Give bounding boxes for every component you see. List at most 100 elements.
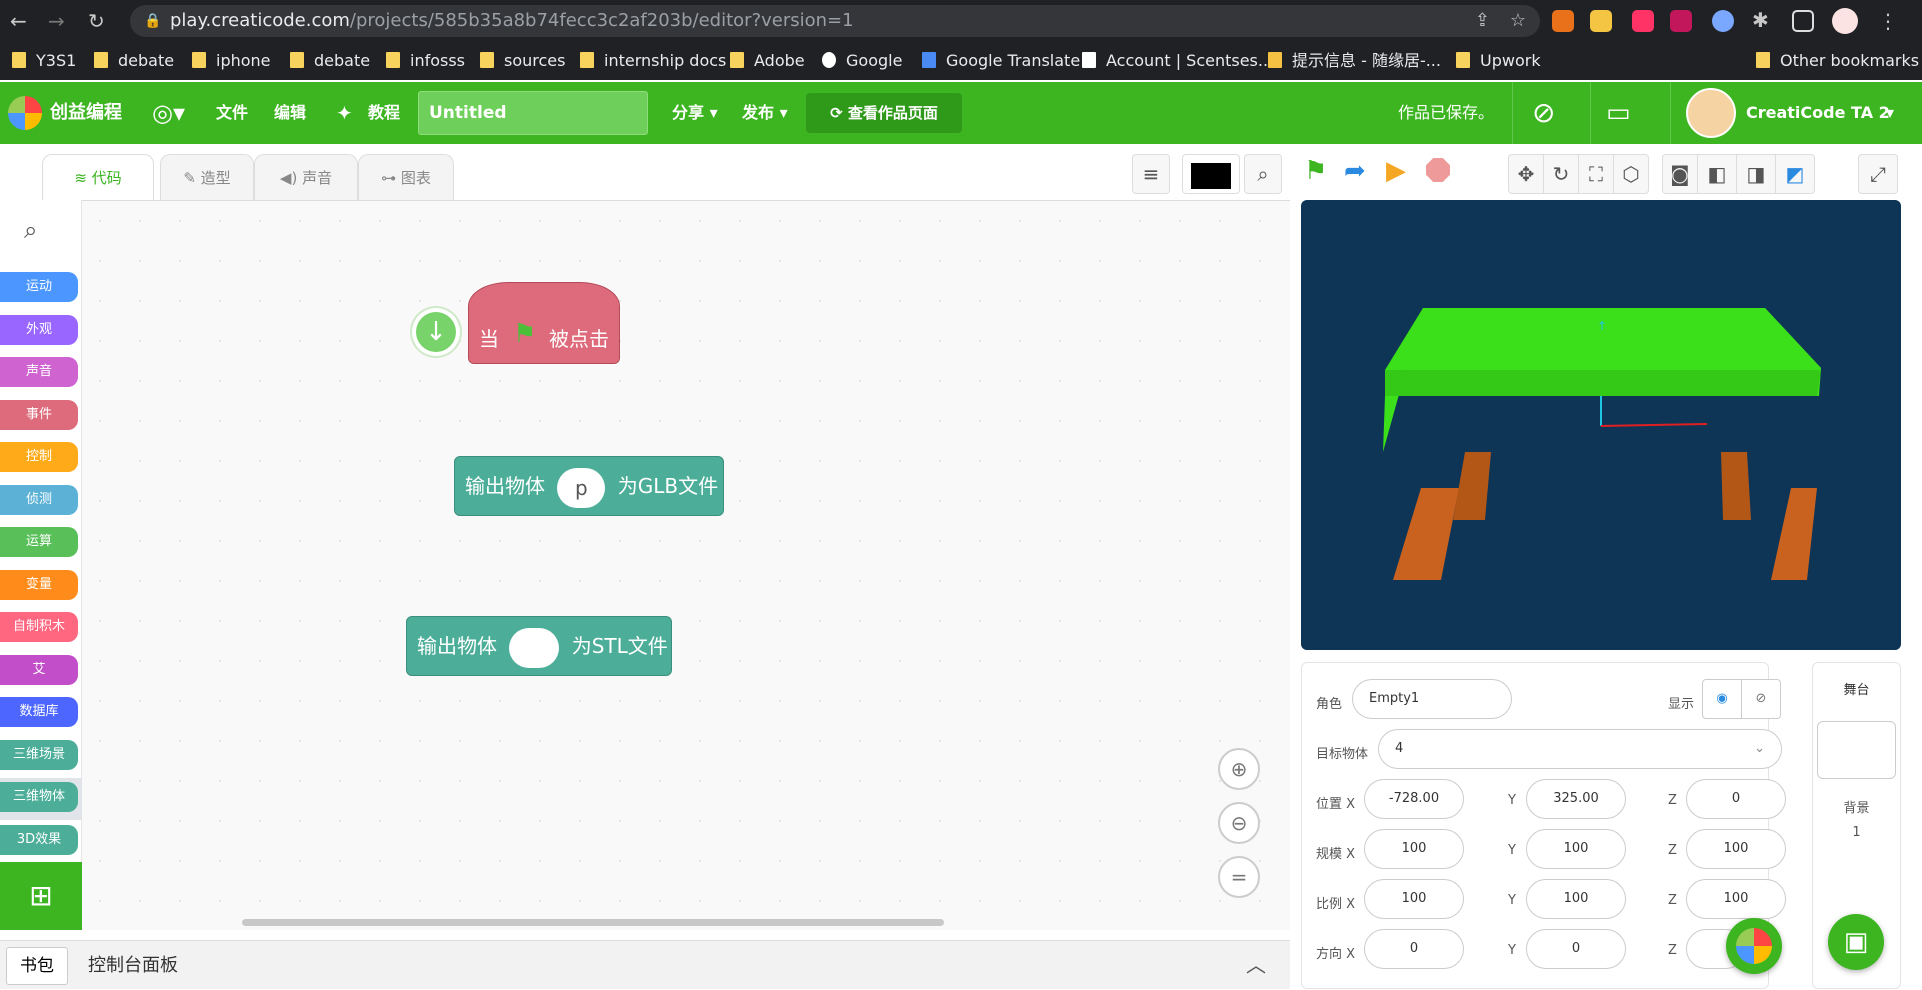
bookmark[interactable]: Google Translate — [922, 42, 1080, 80]
category-control[interactable]: 控制 — [0, 442, 78, 472]
avatar[interactable] — [1686, 88, 1736, 138]
code-workspace[interactable] — [0, 200, 1290, 930]
cube-icon[interactable]: ⬡ — [1613, 154, 1649, 194]
export-stl-block[interactable]: 输出物体 为STL文件 — [406, 616, 672, 676]
extension-icon[interactable] — [1712, 10, 1734, 32]
rotate-icon[interactable]: ↻ — [1543, 154, 1579, 194]
backpack-tab[interactable]: 书包 — [6, 947, 68, 985]
play-icon[interactable]: ▶ — [1386, 156, 1406, 186]
target-object-select[interactable]: 4 ⌄ — [1378, 729, 1782, 769]
export-glb-block[interactable]: 输出物体 p 为GLB文件 — [454, 456, 724, 516]
camera-icon[interactable]: ◙ — [1662, 154, 1698, 194]
category-my-blocks[interactable]: 自制积木 — [0, 612, 78, 642]
username[interactable]: CreatiCode TA 2 — [1746, 82, 1890, 144]
view-project-page-button[interactable]: ⟳ 查看作品页面 — [806, 93, 962, 133]
extension-icon[interactable] — [1552, 10, 1574, 32]
scale-z-input[interactable]: 100 — [1686, 829, 1786, 869]
side-panel-icon[interactable] — [1792, 10, 1814, 32]
object-input[interactable] — [509, 627, 560, 668]
zoom-reset-icon[interactable]: = — [1218, 856, 1260, 898]
ratio-z-input[interactable]: 100 — [1686, 879, 1786, 919]
scale-y-input[interactable]: 100 — [1526, 829, 1626, 869]
stage-canvas[interactable]: ↑ — [1301, 200, 1901, 650]
category-motion[interactable]: 运动 — [0, 272, 78, 302]
bookmark[interactable]: Adobe — [730, 42, 805, 80]
bookmark[interactable]: Google — [822, 42, 902, 80]
category-sensing[interactable]: 侦测 — [0, 485, 78, 515]
chevron-down-icon[interactable]: ▾ — [1886, 82, 1894, 144]
extension-icon[interactable] — [1590, 10, 1612, 32]
eye-icon[interactable]: ◉ — [1702, 679, 1742, 719]
category-variables[interactable]: 变量 — [0, 570, 78, 600]
menu-file[interactable]: 文件 — [216, 82, 248, 144]
color-swatch[interactable] — [1182, 154, 1240, 194]
category-events[interactable]: 事件 — [0, 400, 78, 430]
horizontal-scrollbar[interactable] — [242, 919, 944, 926]
sprite-name-input[interactable]: Empty1 — [1352, 679, 1512, 719]
profile-avatar[interactable] — [1832, 8, 1858, 34]
menu-tutorial[interactable]: 教程 — [368, 82, 400, 144]
menu-dots-icon[interactable]: ⋮ — [1878, 9, 1898, 33]
turbo-icon[interactable]: ➦ — [1344, 156, 1366, 186]
bookmark[interactable]: debate — [290, 42, 370, 80]
direction-y-input[interactable]: 0 — [1526, 929, 1626, 969]
category-ai[interactable]: 艾 — [0, 655, 78, 685]
add-sprite-button[interactable] — [1726, 918, 1782, 974]
category-3d-object[interactable]: 三维物体 — [0, 782, 78, 812]
menu-publish[interactable]: 发布 ▾ — [742, 82, 788, 144]
extension-icon[interactable] — [1632, 10, 1654, 32]
ratio-y-input[interactable]: 100 — [1526, 879, 1626, 919]
scale-icon[interactable]: ⛶ — [1578, 154, 1614, 194]
console-tab[interactable]: 控制台面板 — [88, 941, 178, 990]
category-3d-scene[interactable]: 三维场景 — [0, 740, 78, 770]
folder-icon[interactable]: ▭ — [1606, 82, 1631, 144]
move-icon[interactable]: ✥ — [1508, 154, 1544, 194]
star-icon[interactable]: ☆ — [1510, 5, 1526, 37]
share-icon[interactable]: ⇪ — [1475, 5, 1490, 37]
globe-icon[interactable]: ◎▾ — [152, 82, 185, 144]
ratio-x-input[interactable]: 100 — [1364, 879, 1464, 919]
search-icon[interactable]: ⌕ — [24, 216, 37, 244]
category-database[interactable]: 数据库 — [0, 697, 78, 727]
stop-icon[interactable] — [1426, 158, 1450, 182]
bookmark[interactable]: sources — [480, 42, 565, 80]
position-y-input[interactable]: 325.00 — [1526, 779, 1626, 819]
position-z-input[interactable]: 0 — [1686, 779, 1786, 819]
reload-icon[interactable]: ↻ — [88, 9, 105, 33]
forward-icon[interactable]: → — [48, 9, 65, 33]
scale-x-input[interactable]: 100 — [1364, 829, 1464, 869]
zoom-in-icon[interactable]: ⊕ — [1218, 748, 1260, 790]
category-operators[interactable]: 运算 — [0, 527, 78, 557]
category-sound[interactable]: 声音 — [0, 357, 78, 387]
tab-costumes[interactable]: ✎ 造型 — [160, 154, 254, 200]
medium-stage-icon[interactable]: ◨ — [1736, 154, 1776, 194]
search-icon[interactable]: ⌕ — [1244, 154, 1282, 194]
align-icon[interactable]: ≡ — [1132, 154, 1170, 194]
fullscreen-icon[interactable]: ⤢ — [1858, 154, 1898, 194]
add-backdrop-button[interactable]: ▣ — [1828, 914, 1884, 970]
eye-off-icon[interactable]: ⊘ — [1741, 679, 1781, 719]
menu-share[interactable]: 分享 ▾ — [672, 82, 718, 144]
large-stage-icon[interactable]: ◩ — [1775, 154, 1815, 194]
flag-run-indicator[interactable]: ↓ — [412, 308, 460, 356]
stage-thumbnail[interactable] — [1817, 721, 1896, 779]
add-extension-button[interactable]: ⊞ — [0, 862, 82, 930]
bookmark[interactable]: debate — [94, 42, 174, 80]
bookmark[interactable]: infosss — [386, 42, 465, 80]
when-flag-clicked-block[interactable]: 当 ⚑ 被点击 — [468, 282, 620, 364]
chevron-up-icon[interactable]: ︿ — [1246, 941, 1266, 990]
logo[interactable] — [8, 96, 42, 130]
bookmark[interactable]: 提示信息 - 随缘居-... — [1268, 42, 1441, 80]
bookmark[interactable]: Other bookmarks — [1756, 42, 1919, 80]
position-x-input[interactable]: -728.00 — [1364, 779, 1464, 819]
object-input[interactable]: p — [557, 467, 606, 508]
compass-icon[interactable]: ⊘ — [1532, 82, 1555, 144]
category-looks[interactable]: 外观 — [0, 315, 78, 345]
project-title-input[interactable]: Untitled — [418, 91, 648, 135]
address-bar[interactable]: 🔒 play.creaticode.com/projects/585b35a8b… — [130, 5, 1540, 37]
tab-sounds[interactable]: ◀) 声音 — [254, 154, 358, 200]
tab-charts[interactable]: ⊶ 图表 — [358, 154, 454, 200]
bookmark[interactable]: Account | Scentses... — [1082, 42, 1273, 80]
zoom-out-icon[interactable]: ⊖ — [1218, 802, 1260, 844]
green-flag-icon[interactable]: ⚑ — [1304, 156, 1327, 186]
